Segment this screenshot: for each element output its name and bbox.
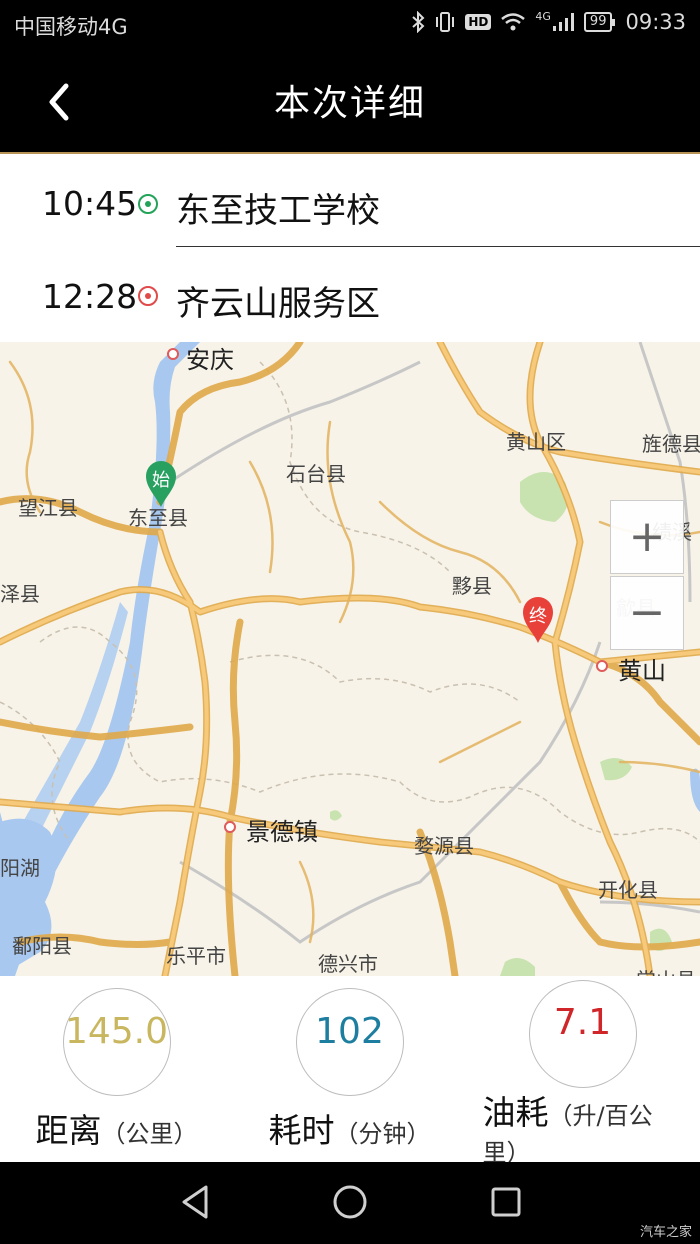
plus-icon: + — [628, 511, 666, 562]
trip-stats: 145.0 距离（公里） 102 耗时（分钟） 7.1 油耗（升/百公里） — [0, 976, 700, 1167]
city-dot — [596, 660, 608, 672]
map-label-jingdezhen: 景德镇 — [246, 818, 318, 846]
distance-value: 145.0 — [64, 1011, 169, 1052]
triangle-back-icon — [182, 1185, 208, 1219]
map-label-wuyuanxian: 婺源县 — [414, 834, 474, 858]
network-type: 4G — [535, 9, 551, 23]
duration-value: 102 — [315, 1011, 384, 1052]
map-label-anqing: 安庆 — [186, 346, 234, 374]
map-label-huangshanqu: 黄山区 — [506, 430, 566, 454]
status-bar: 中国移动4G HD 4G 99 09:33 — [0, 0, 700, 48]
map-label-lepingshi: 乐平市 — [166, 944, 226, 968]
city-dot — [167, 348, 179, 360]
end-time: 12:28 — [42, 277, 138, 316]
route-info: 10:45 东至技工学校 12:28 齐云山服务区 — [0, 156, 700, 342]
route-map[interactable]: 安庆 黄山区 旌德县 石台县 望江县 东至县 绩溪 泽县 黟县 歙县 黄山 景德… — [0, 342, 700, 976]
zoom-out-button[interactable]: − — [610, 576, 684, 650]
end-marker[interactable]: 终 — [521, 596, 555, 644]
end-marker-label: 终 — [529, 606, 547, 627]
city-dot — [224, 821, 236, 833]
square-recents-icon — [491, 1187, 521, 1217]
status-icons: HD 4G 99 09:33 — [411, 10, 686, 34]
fuel-value: 7.1 — [553, 1002, 612, 1043]
map-label-zexian: 泽县 — [0, 582, 40, 606]
bluetooth-icon — [411, 11, 425, 33]
start-dot-icon — [138, 194, 158, 214]
circle-home-icon — [333, 1185, 367, 1219]
end-place: 齐云山服务区 — [176, 284, 380, 324]
distance-label: 距离 — [35, 1111, 102, 1150]
stat-distance: 145.0 距离（公里） — [0, 976, 233, 1162]
duration-unit: （分钟） — [334, 1120, 431, 1148]
header-divider — [0, 152, 700, 154]
zoom-in-button[interactable]: + — [610, 500, 684, 574]
map-background — [0, 342, 700, 976]
start-time: 10:45 — [42, 184, 138, 223]
app-header: 本次详细 — [0, 48, 700, 154]
wifi-icon — [500, 12, 526, 32]
map-label-kaihuaxian: 开化县 — [598, 878, 658, 902]
page-title: 本次详细 — [273, 83, 426, 124]
start-marker-label: 始 — [152, 470, 170, 491]
map-label-huangshan: 黄山 — [618, 657, 666, 685]
distance-unit: （公里） — [101, 1120, 198, 1148]
stat-fuel: 7.1 油耗（升/百公里） — [466, 976, 699, 1167]
map-label-yanghu: 阳湖 — [0, 856, 40, 880]
start-marker[interactable]: 始 — [144, 460, 178, 508]
nav-back-button[interactable] — [176, 1182, 216, 1222]
map-label-jingdexian: 旌德县 — [642, 432, 700, 456]
hd-icon: HD — [465, 14, 492, 30]
signal-icon: 4G — [535, 9, 575, 33]
end-dot-icon — [138, 286, 158, 306]
clock: 09:33 — [625, 10, 686, 34]
watermark: 汽车之家 — [639, 1225, 692, 1240]
carrier-label: 中国移动4G — [14, 15, 128, 39]
map-label-dexingshi: 德兴市 — [318, 952, 378, 976]
vibrate-icon — [434, 11, 456, 33]
nav-home-button[interactable] — [330, 1182, 370, 1222]
minus-icon: − — [628, 587, 666, 638]
stat-duration: 102 耗时（分钟） — [233, 976, 466, 1162]
fuel-label: 油耗 — [482, 1093, 549, 1132]
system-nav-bar: 汽车之家 — [0, 1162, 700, 1244]
start-place: 东至技工学校 — [176, 191, 380, 231]
route-divider — [176, 246, 700, 247]
map-label-shitaixian: 石台县 — [286, 462, 346, 486]
battery-icon: 99 — [583, 12, 615, 32]
map-label-changshanxian: 常山县 — [636, 964, 696, 976]
map-label-wangjiangxian: 望江县 — [18, 496, 78, 520]
map-label-poyangxian: 鄱阳县 — [12, 934, 72, 958]
duration-label: 耗时 — [268, 1111, 335, 1150]
map-label-yixian: 黟县 — [452, 574, 492, 598]
nav-recents-button[interactable] — [486, 1182, 526, 1222]
